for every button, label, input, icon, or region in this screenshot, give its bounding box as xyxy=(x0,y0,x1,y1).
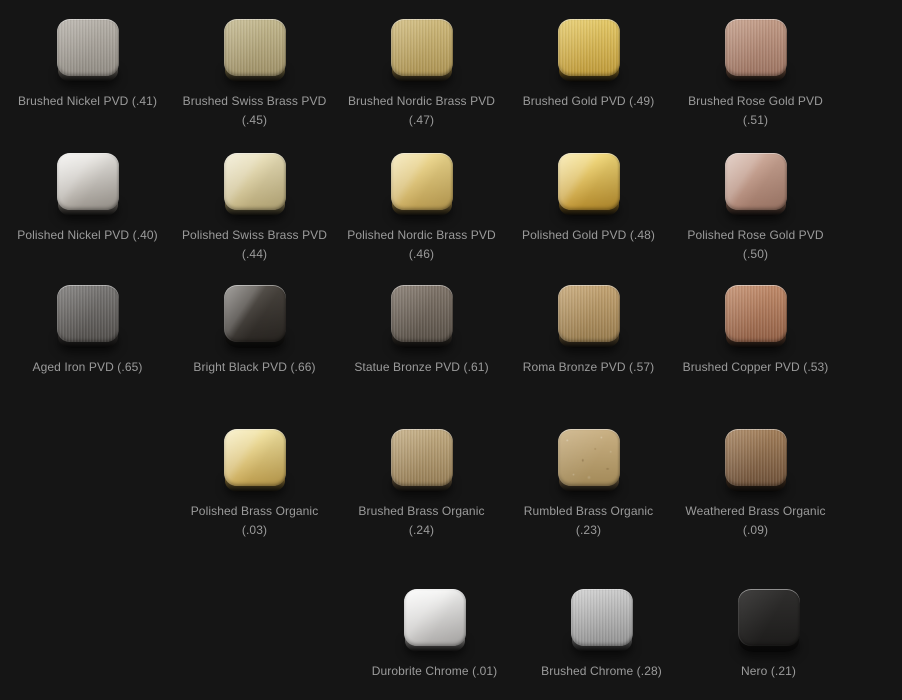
swatch-face xyxy=(391,285,453,342)
finish-swatch xyxy=(57,285,119,348)
finish-swatch xyxy=(391,285,453,348)
swatch-face xyxy=(558,153,620,210)
finish-swatch xyxy=(57,153,119,216)
finish-roma-bronze-pvd[interactable]: Roma Bronze PVD (.57) xyxy=(505,285,672,377)
finish-label: Brushed Rose Gold PVD (.51) xyxy=(681,92,831,130)
finish-polished-rose-gold-pvd[interactable]: Polished Rose Gold PVD (.50) xyxy=(672,153,839,264)
swatch-face xyxy=(57,153,119,210)
finish-label: Brushed Brass Organic (.24) xyxy=(347,502,497,540)
swatch-face xyxy=(725,19,787,76)
finish-row-brass-organic: Polished Brass Organic (.03) Brushed Bra… xyxy=(171,429,839,540)
finish-swatch xyxy=(224,429,286,492)
finish-brushed-chrome[interactable]: Brushed Chrome (.28) xyxy=(518,589,685,681)
swatch-face xyxy=(224,285,286,342)
finish-swatch xyxy=(558,285,620,348)
finish-swatch xyxy=(391,429,453,492)
swatch-face xyxy=(391,19,453,76)
finish-label: Nero (.21) xyxy=(741,662,796,681)
finish-swatch xyxy=(558,429,620,492)
finish-swatch xyxy=(224,19,286,82)
swatch-face xyxy=(404,589,466,646)
finish-label: Polished Gold PVD (.48) xyxy=(522,226,655,245)
finish-aged-iron-pvd[interactable]: Aged Iron PVD (.65) xyxy=(4,285,171,377)
finish-polished-gold-pvd[interactable]: Polished Gold PVD (.48) xyxy=(505,153,672,264)
swatch-face xyxy=(558,285,620,342)
finish-swatch xyxy=(224,153,286,216)
finish-brushed-nordic-brass-pvd[interactable]: Brushed Nordic Brass PVD (.47) xyxy=(338,19,505,130)
finish-row-polished-pvd: Polished Nickel PVD (.40) Polished Swiss… xyxy=(4,153,839,264)
finish-label: Rumbled Brass Organic (.23) xyxy=(514,502,664,540)
finish-brushed-copper-pvd[interactable]: Brushed Copper PVD (.53) xyxy=(672,285,839,377)
swatch-face xyxy=(558,429,620,486)
finish-brushed-brass-organic[interactable]: Brushed Brass Organic (.24) xyxy=(338,429,505,540)
finish-weathered-brass-organic[interactable]: Weathered Brass Organic (.09) xyxy=(672,429,839,540)
finish-swatch xyxy=(571,589,633,652)
swatch-face xyxy=(571,589,633,646)
finish-label: Durobrite Chrome (.01) xyxy=(372,662,498,681)
finish-label: Bright Black PVD (.66) xyxy=(193,358,315,377)
swatch-face xyxy=(558,19,620,76)
swatch-face xyxy=(725,153,787,210)
swatch-face xyxy=(738,589,800,646)
finish-polished-brass-organic[interactable]: Polished Brass Organic (.03) xyxy=(171,429,338,540)
finish-swatch xyxy=(725,19,787,82)
finish-swatch xyxy=(725,429,787,492)
finish-brushed-rose-gold-pvd[interactable]: Brushed Rose Gold PVD (.51) xyxy=(672,19,839,130)
swatch-face xyxy=(224,429,286,486)
finish-row-dark-bronze-pvd: Aged Iron PVD (.65) Bright Black PVD (.6… xyxy=(4,285,839,377)
swatch-face xyxy=(725,429,787,486)
swatch-face xyxy=(725,285,787,342)
swatch-face xyxy=(391,153,453,210)
finish-brushed-nickel-pvd[interactable]: Brushed Nickel PVD (.41) xyxy=(4,19,171,130)
finish-label: Roma Bronze PVD (.57) xyxy=(523,358,654,377)
finish-brushed-gold-pvd[interactable]: Brushed Gold PVD (.49) xyxy=(505,19,672,130)
finish-durobrite-chrome[interactable]: Durobrite Chrome (.01) xyxy=(351,589,518,681)
finish-label: Brushed Chrome (.28) xyxy=(541,662,662,681)
finish-label: Polished Nordic Brass PVD (.46) xyxy=(347,226,497,264)
finish-label: Brushed Gold PVD (.49) xyxy=(523,92,655,111)
swatch-face xyxy=(224,153,286,210)
swatch-face xyxy=(57,19,119,76)
finish-label: Aged Iron PVD (.65) xyxy=(33,358,143,377)
finish-swatch xyxy=(725,285,787,348)
finish-label: Weathered Brass Organic (.09) xyxy=(681,502,831,540)
finish-label: Statue Bronze PVD (.61) xyxy=(354,358,488,377)
finish-swatch xyxy=(391,19,453,82)
finish-label: Polished Brass Organic (.03) xyxy=(180,502,330,540)
finish-statue-bronze-pvd[interactable]: Statue Bronze PVD (.61) xyxy=(338,285,505,377)
finish-swatch xyxy=(725,153,787,216)
finish-label: Brushed Nickel PVD (.41) xyxy=(18,92,157,111)
finish-row-chrome-nero: Durobrite Chrome (.01) Brushed Chrome (.… xyxy=(351,589,852,681)
finish-swatch xyxy=(558,19,620,82)
swatch-face xyxy=(391,429,453,486)
finish-label: Polished Swiss Brass PVD (.44) xyxy=(180,226,330,264)
finish-swatch xyxy=(391,153,453,216)
finish-rumbled-brass-organic[interactable]: Rumbled Brass Organic (.23) xyxy=(505,429,672,540)
finish-brushed-swiss-brass-pvd[interactable]: Brushed Swiss Brass PVD (.45) xyxy=(171,19,338,130)
finish-polished-swiss-brass-pvd[interactable]: Polished Swiss Brass PVD (.44) xyxy=(171,153,338,264)
finish-label: Polished Nickel PVD (.40) xyxy=(17,226,158,245)
finish-swatch xyxy=(558,153,620,216)
finish-label: Polished Rose Gold PVD (.50) xyxy=(681,226,831,264)
swatch-face xyxy=(57,285,119,342)
finish-row-brushed-pvd: Brushed Nickel PVD (.41) Brushed Swiss B… xyxy=(4,19,839,130)
finish-bright-black-pvd[interactable]: Bright Black PVD (.66) xyxy=(171,285,338,377)
finish-polished-nickel-pvd[interactable]: Polished Nickel PVD (.40) xyxy=(4,153,171,264)
finish-swatch xyxy=(738,589,800,652)
swatch-face xyxy=(224,19,286,76)
finish-swatch xyxy=(57,19,119,82)
finish-swatch xyxy=(224,285,286,348)
finish-selector-grid: Brushed Nickel PVD (.41) Brushed Swiss B… xyxy=(0,0,902,700)
finish-label: Brushed Nordic Brass PVD (.47) xyxy=(347,92,497,130)
finish-swatch xyxy=(404,589,466,652)
finish-polished-nordic-brass-pvd[interactable]: Polished Nordic Brass PVD (.46) xyxy=(338,153,505,264)
finish-nero[interactable]: Nero (.21) xyxy=(685,589,852,681)
finish-label: Brushed Swiss Brass PVD (.45) xyxy=(180,92,330,130)
finish-label: Brushed Copper PVD (.53) xyxy=(683,358,829,377)
